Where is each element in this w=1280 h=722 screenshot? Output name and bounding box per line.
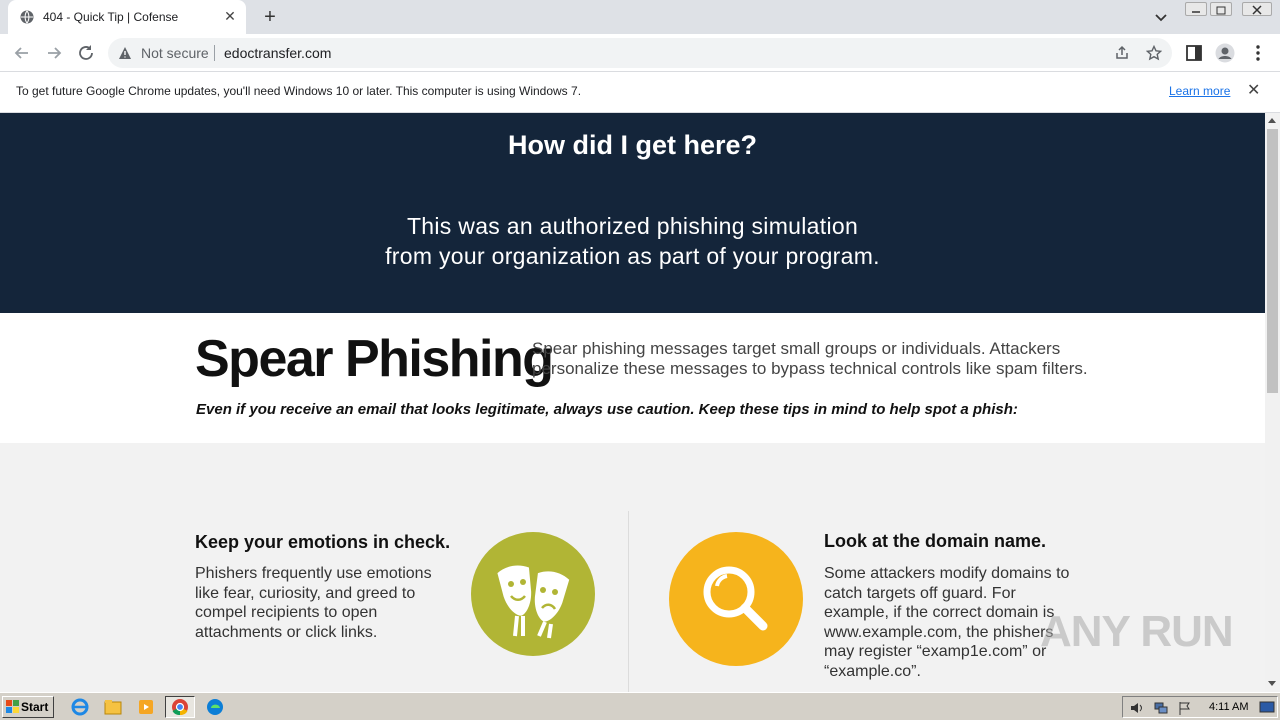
network-icon[interactable] <box>1153 700 1169 716</box>
watermark: ANY RUN <box>1040 607 1234 656</box>
tips-divider <box>628 511 629 692</box>
scrollbar-thumb[interactable] <box>1267 129 1278 393</box>
hero-line-1: This was an authorized phishing simulati… <box>406 213 859 239</box>
scroll-down-icon[interactable] <box>1268 681 1276 686</box>
emotions-badge <box>471 532 595 656</box>
spear-description: Spear phishing messages target small gro… <box>532 339 1088 378</box>
spear-title: Spear Phishing <box>195 330 554 388</box>
tip-body-domain: Some attackers modify domains to catch t… <box>824 565 1070 680</box>
more-menu-icon[interactable] <box>1248 43 1268 63</box>
start-button[interactable]: Start <box>2 696 54 718</box>
forward-arrow-icon[interactable] <box>43 42 65 64</box>
page-scrollbar[interactable] <box>1265 113 1280 692</box>
windows-logo-icon <box>6 700 19 713</box>
new-tab-button[interactable]: + <box>258 6 282 28</box>
taskbar-chrome-button[interactable] <box>165 696 195 718</box>
start-label: Start <box>21 700 49 714</box>
action-center-flag-icon[interactable] <box>1177 700 1193 716</box>
tip-body-emotions: Phishers frequently use emotions like fe… <box>195 565 432 641</box>
edge-icon[interactable] <box>202 696 228 718</box>
chrome-icon <box>172 699 188 716</box>
chevron-down-icon[interactable] <box>1152 8 1170 26</box>
learn-more-link[interactable]: Learn more <box>1169 84 1230 98</box>
url-text[interactable]: edoctransfer.com <box>224 45 331 61</box>
restore-button[interactable] <box>1210 2 1232 16</box>
scroll-up-icon[interactable] <box>1268 118 1276 123</box>
spear-tip: Even if you receive an email that looks … <box>196 401 1018 418</box>
theater-masks-icon <box>497 565 570 639</box>
address-bar[interactable]: Not secure edoctransfer.com <box>108 38 1172 68</box>
restore-icon <box>1216 6 1226 15</box>
media-player-icon[interactable] <box>133 696 159 718</box>
infobar-message: To get future Google Chrome updates, you… <box>16 84 582 98</box>
browser-tab[interactable]: 404 - Quick Tip | Cofense ✕ <box>8 0 246 34</box>
omnibox-separator <box>214 45 215 61</box>
hero-banner: How did I get here? This was an authoriz… <box>0 113 1265 313</box>
file-explorer-icon[interactable] <box>100 696 126 718</box>
profile-avatar-icon[interactable] <box>1215 43 1235 63</box>
warning-triangle-icon[interactable] <box>118 46 132 60</box>
domain-badge <box>669 532 803 666</box>
share-icon[interactable] <box>1114 45 1130 61</box>
tip-title-domain: Look at the domain name. <box>824 531 1047 551</box>
globe-icon <box>20 10 34 24</box>
taskbar: Start 4:11 AM <box>0 692 1280 720</box>
update-infobar: To get future Google Chrome updates, you… <box>0 72 1280 113</box>
page-content: How did I get here? This was an authoriz… <box>0 113 1265 692</box>
clock[interactable]: 4:11 AM <box>1209 701 1249 713</box>
security-label[interactable]: Not secure <box>141 45 209 61</box>
reload-icon[interactable] <box>75 42 97 64</box>
magnifier-icon <box>703 566 768 631</box>
tab-title: 404 - Quick Tip | Cofense <box>43 10 179 24</box>
show-desktop-icon[interactable] <box>1259 701 1275 715</box>
tab-strip: 404 - Quick Tip | Cofense ✕ + <box>0 0 1280 34</box>
back-arrow-icon[interactable] <box>11 42 33 64</box>
side-panel-icon[interactable] <box>1184 43 1204 63</box>
hero-title: How did I get here? <box>507 130 757 160</box>
spear-phishing-section: Spear Phishing Spear phishing messages t… <box>0 313 1265 443</box>
internet-explorer-icon[interactable] <box>67 696 93 718</box>
tab-close-icon[interactable]: ✕ <box>222 8 238 24</box>
hero-line-2: from your organization as part of your p… <box>385 243 880 269</box>
browser-toolbar: Not secure edoctransfer.com <box>0 34 1280 72</box>
system-tray: 4:11 AM <box>1122 696 1278 718</box>
close-window-button[interactable] <box>1242 2 1272 16</box>
bookmark-star-icon[interactable] <box>1146 45 1162 61</box>
minimize-icon <box>1192 11 1200 13</box>
tip-title-emotions: Keep your emotions in check. <box>195 532 451 552</box>
infobar-close-icon[interactable]: ✕ <box>1247 82 1260 100</box>
close-icon <box>1252 5 1262 15</box>
volume-icon[interactable] <box>1129 700 1145 716</box>
minimize-button[interactable] <box>1185 2 1207 16</box>
